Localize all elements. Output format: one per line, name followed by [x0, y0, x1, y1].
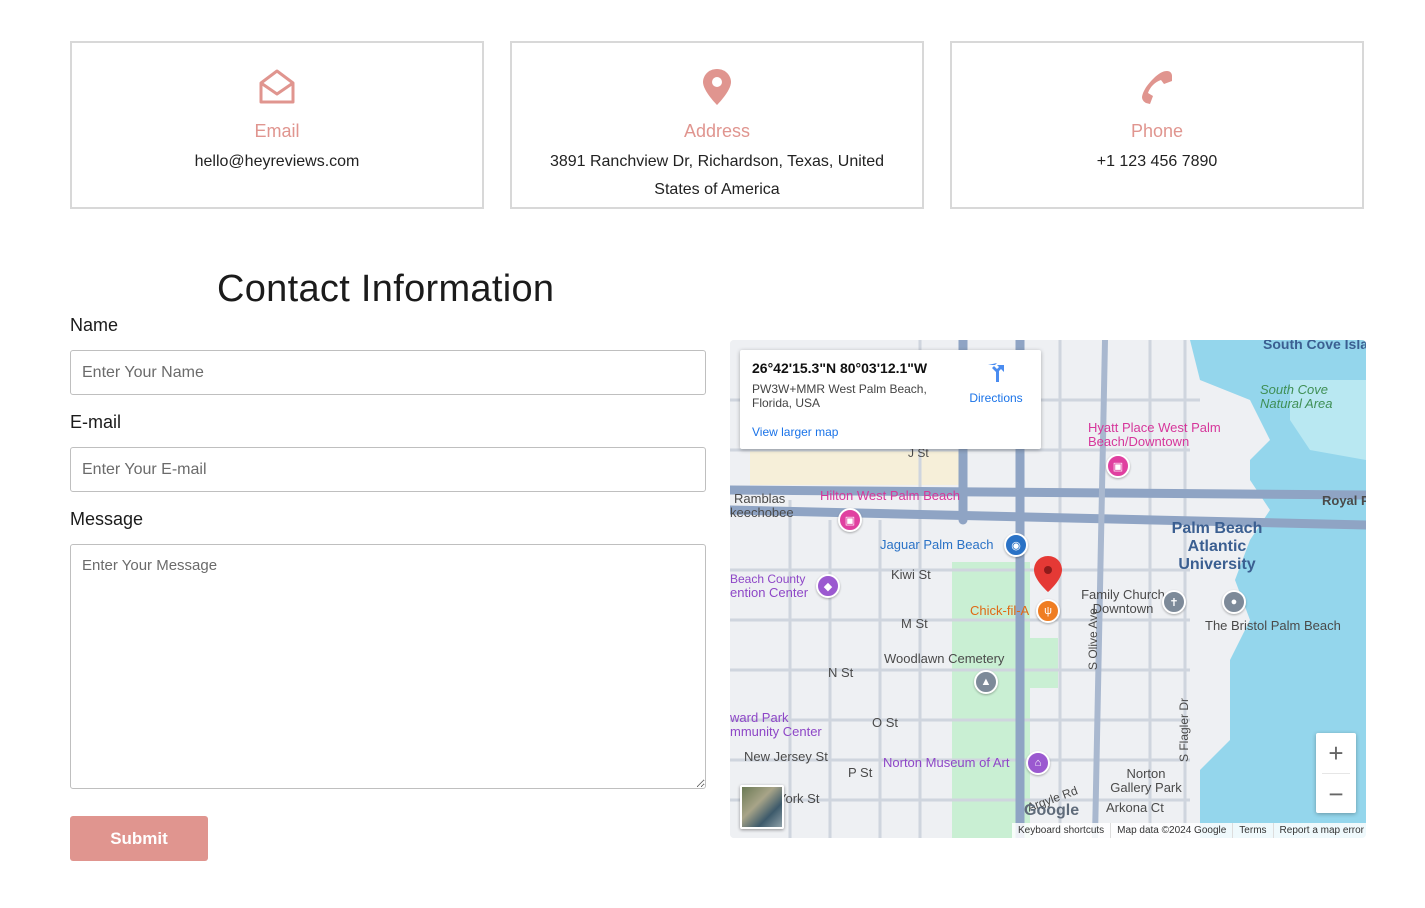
cemetery-icon: ▲ — [974, 670, 998, 694]
zoom-controls: + − — [1316, 733, 1356, 813]
submit-button[interactable]: Submit — [70, 816, 208, 861]
satellite-toggle-button[interactable] — [740, 785, 784, 829]
restaurant-icon: ψ — [1036, 599, 1060, 623]
landmark-icon: ● — [1222, 590, 1246, 614]
label-bristol: The Bristol Palm Beach — [1205, 618, 1341, 633]
directions-button[interactable]: Directions — [958, 362, 1034, 405]
label-south-cove-natural: South Cove Natural Area — [1260, 382, 1333, 411]
envelope-open-icon — [72, 67, 482, 107]
google-logo: Google — [1024, 802, 1080, 819]
label-p-st: P St — [848, 765, 873, 780]
shopping-icon: ◉ — [1004, 533, 1028, 557]
zoom-in-button[interactable]: + — [1316, 733, 1356, 773]
terms-link[interactable]: Terms — [1232, 823, 1272, 838]
label-hilton: Hilton West Palm Beach — [820, 488, 960, 503]
directions-label: Directions — [969, 391, 1023, 405]
label-ramblas: Ramblas — [734, 491, 786, 506]
view-larger-map-link[interactable]: View larger map — [752, 425, 838, 439]
label-jaguar: Jaguar Palm Beach — [880, 537, 994, 552]
label-kiwi: Kiwi St — [891, 567, 931, 582]
phone-icon — [952, 67, 1362, 107]
label-ward-park: ward Park — [730, 710, 789, 725]
map-attribution: Keyboard shortcuts Map data ©2024 Google… — [1012, 823, 1371, 838]
name-label: Name — [70, 315, 119, 335]
hotel-icon: ▣ — [838, 508, 862, 532]
label-woodlawn: Woodlawn Cemetery — [884, 651, 1005, 666]
directions-icon — [988, 363, 1004, 382]
label-pba-university: Palm Beach Atlantic University — [1171, 520, 1263, 573]
email-label: E-mail — [70, 412, 122, 432]
map-data-text: Map data ©2024 Google — [1110, 823, 1232, 838]
email-input[interactable] — [70, 447, 706, 492]
label-n-st: N St — [828, 665, 854, 680]
name-input[interactable] — [70, 350, 706, 395]
email-value: hello@heyreviews.com — [194, 153, 360, 170]
map-info-window: 26°42'15.3"N 80°03'12.1"W PW3W+MMR West … — [740, 350, 1041, 449]
museum-icon: ⌂ — [1026, 751, 1050, 775]
label-royal: Royal P — [1322, 493, 1366, 508]
label-south-cove-islands: South Cove Islands — [1263, 340, 1366, 352]
label-arkona: Arkona Ct — [1106, 800, 1164, 815]
label-norton: Norton Museum of Art — [883, 755, 1010, 770]
phone-card: Phone +1 123 456 7890 — [950, 41, 1364, 209]
map-address: PW3W+MMR West Palm Beach, Florida, USA — [752, 382, 927, 410]
label-m-st: M St — [901, 616, 928, 631]
label-flagler: S Flagler Dr — [1177, 697, 1191, 762]
phone-title: Phone — [1130, 121, 1184, 141]
report-error-link[interactable]: Report a map error — [1272, 823, 1370, 838]
label-community: mmunity Center — [730, 724, 822, 739]
keyboard-shortcuts-link[interactable]: Keyboard shortcuts — [1012, 823, 1110, 838]
label-okeechobee: keechobee — [730, 505, 794, 520]
address-value: 3891 Ranchview Dr, Richardson, Texas, Un… — [549, 153, 885, 198]
label-olive: S Olive Ave — [1086, 608, 1100, 670]
church-icon: ✝ — [1162, 590, 1186, 614]
map-pin-icon — [512, 67, 922, 107]
label-o-st: O St — [872, 715, 899, 730]
email-title: Email — [254, 121, 300, 141]
label-beach-county: Beach County — [730, 572, 806, 586]
phone-value: +1 123 456 7890 — [1096, 153, 1218, 170]
message-label: Message — [70, 509, 144, 529]
zoom-out-button[interactable]: − — [1316, 774, 1356, 814]
label-new-jersey: New Jersey St — [744, 749, 828, 764]
contact-heading: Contact Information — [217, 268, 555, 310]
label-hyatt: Hyatt Place West Palm Beach/Downtown — [1088, 420, 1221, 449]
label-york: York St — [778, 791, 820, 806]
map-coordinates: 26°42'15.3"N 80°03'12.1"W — [752, 360, 928, 376]
address-title: Address — [683, 121, 751, 141]
hotel-icon: ▣ — [1106, 454, 1130, 478]
message-textarea[interactable] — [70, 544, 706, 789]
address-card: Address 3891 Ranchview Dr, Richardson, T… — [510, 41, 924, 209]
label-convention: ention Center — [730, 585, 809, 600]
label-chick: Chick-fil-A — [970, 603, 1030, 618]
email-card: Email hello@heyreviews.com — [70, 41, 484, 209]
venue-icon: ◆ — [816, 574, 840, 598]
label-norton-gallery: Norton Gallery Park — [1110, 766, 1182, 795]
